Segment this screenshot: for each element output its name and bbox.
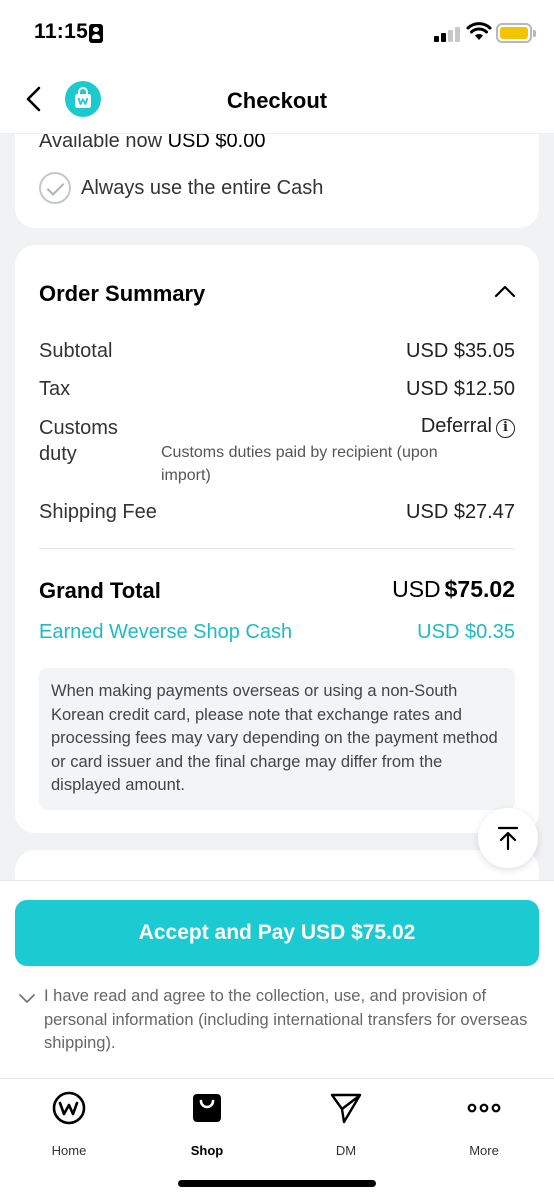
battery-icon xyxy=(496,23,536,43)
grand-total-label: Grand Total xyxy=(39,578,161,603)
checkout-content[interactable]: Available now USD $0.00 Always use the e… xyxy=(0,70,554,880)
subtotal-value: USD $35.05 xyxy=(406,340,515,362)
more-dots-icon xyxy=(467,1103,501,1113)
tab-more[interactable]: More xyxy=(429,1091,539,1158)
divider xyxy=(39,548,515,549)
wifi-icon xyxy=(466,22,492,40)
order-summary-title: Order Summary xyxy=(39,281,206,306)
customs-label-line2: duty xyxy=(39,443,77,465)
weverse-home-icon xyxy=(52,1091,86,1125)
agreement-text[interactable]: I have read and agree to the collection,… xyxy=(44,985,534,1056)
status-bar: 11:15 xyxy=(0,0,554,70)
customs-value: Deferral i xyxy=(421,415,515,438)
always-use-cash-label[interactable]: Always use the entire Cash xyxy=(81,177,323,200)
paper-plane-icon xyxy=(330,1093,362,1124)
chevron-down-icon[interactable] xyxy=(18,989,36,1007)
page-title: Checkout xyxy=(226,88,328,113)
payment-action-area: Accept and Pay USD $75.02 I have read an… xyxy=(0,880,554,1078)
tab-shop[interactable]: Shop xyxy=(152,1091,262,1158)
scroll-to-top-button[interactable] xyxy=(478,808,538,868)
customs-note: Customs duties paid by recipient (upon i… xyxy=(161,444,438,484)
subtotal-label: Subtotal xyxy=(39,340,113,362)
tax-label: Tax xyxy=(39,378,71,400)
grand-total-value: USD $75.02 xyxy=(392,576,515,603)
shipping-fee-value: USD $27.47 xyxy=(406,501,515,523)
customs-label-line1: Customs xyxy=(39,417,118,439)
navigation-bar: Checkout xyxy=(0,70,554,134)
earned-cash-value: USD $0.35 xyxy=(417,621,515,643)
order-summary-card: Order Summary Subtotal USD $35.05 Tax US… xyxy=(15,245,539,833)
collapse-chevron-up-icon[interactable] xyxy=(493,279,517,303)
shipping-fee-label: Shipping Fee xyxy=(39,501,157,523)
arrow-up-to-top-icon xyxy=(497,826,519,851)
grand-total-amount: $75.02 xyxy=(444,576,515,602)
tab-dm-label: DM xyxy=(335,1143,357,1158)
accept-and-pay-button[interactable]: Accept and Pay USD $75.02 xyxy=(15,900,539,966)
shopping-bag-icon xyxy=(193,1094,221,1122)
tab-home[interactable]: Home xyxy=(14,1091,124,1158)
tax-value: USD $12.50 xyxy=(406,378,515,400)
tab-home-label: Home xyxy=(51,1143,87,1158)
status-time: 11:15 xyxy=(34,20,89,43)
tab-dm[interactable]: DM xyxy=(291,1091,401,1158)
grand-total-currency: USD xyxy=(392,576,441,602)
customs-deferral-text: Deferral xyxy=(420,415,492,437)
info-icon[interactable]: i xyxy=(496,419,515,438)
always-use-cash-checkbox[interactable] xyxy=(39,172,71,204)
id-badge-icon xyxy=(89,24,103,43)
home-indicator xyxy=(178,1180,376,1187)
earned-cash-label: Earned Weverse Shop Cash xyxy=(39,621,293,643)
payment-notice: When making payments overseas or using a… xyxy=(39,668,515,810)
next-section-card xyxy=(15,850,539,880)
tab-shop-label: Shop xyxy=(190,1143,224,1158)
tab-more-label: More xyxy=(469,1143,499,1158)
cellular-signal-icon xyxy=(434,26,460,42)
